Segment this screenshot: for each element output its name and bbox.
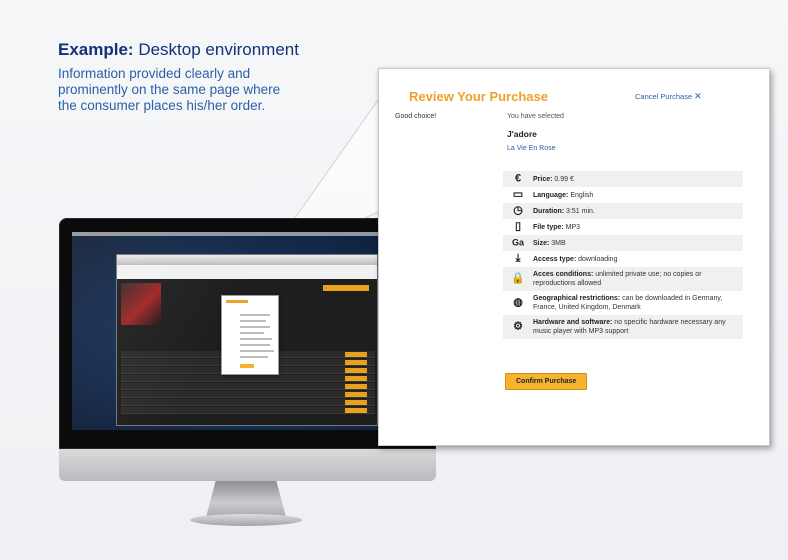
detail-label: Price:: [533, 175, 553, 183]
gears-icon: ⚙: [513, 320, 523, 333]
detail-label: Access type:: [533, 255, 577, 263]
detail-value: downloading: [576, 255, 618, 263]
stopwatch-icon: ◷: [513, 204, 523, 217]
imac-base: [190, 514, 302, 526]
file-icon: ▯: [514, 220, 522, 233]
detail-label: Language:: [533, 191, 569, 199]
detail-row-hardware-software: ⚙ Hardware and software: no specific har…: [503, 315, 743, 339]
screen-glare: [72, 232, 423, 430]
detail-row-size: Ga Size: 3MB: [503, 235, 743, 251]
detail-value: 0.99 €: [552, 175, 574, 183]
detail-label: Duration:: [533, 207, 565, 215]
detail-row-duration: ◷ Duration: 3:51 min.: [503, 203, 743, 219]
track-title: J'adore: [507, 129, 537, 139]
confirm-purchase-button[interactable]: Confirm Purchase: [505, 373, 588, 390]
size-icon: Ga: [511, 237, 524, 248]
cancel-purchase-label: Cancel Purchase: [635, 92, 693, 101]
detail-row-access-conditions: 🔒 Acces conditions: unlimited private us…: [503, 267, 743, 291]
purchase-details-list: € Price: 0.99 € ▭ Language: English ◷ Du…: [503, 171, 743, 339]
detail-row-geo-restrictions: ◍ Geographical restrictions: can be down…: [503, 291, 743, 315]
detail-label: Acces conditions:: [533, 271, 594, 278]
detail-label: Geographical restrictions:: [533, 295, 621, 302]
panel-title: Review Your Purchase: [409, 89, 548, 104]
imac-stand: [206, 481, 286, 517]
detail-row-price: € Price: 0.99 €: [503, 171, 743, 187]
imac-screen: [72, 232, 423, 430]
speech-bubble-icon: ▭: [512, 188, 524, 201]
close-icon: ✕: [694, 91, 702, 101]
detail-row-file-type: ▯ File type: MP3: [503, 219, 743, 235]
imac-chin: [59, 449, 436, 481]
detail-label: File type:: [533, 223, 564, 231]
euro-icon: €: [514, 172, 522, 185]
selected-label: You have selected: [507, 113, 564, 120]
detail-value: English: [568, 191, 594, 199]
detail-value: 3MB: [549, 239, 566, 247]
good-choice-label: Good choice!: [395, 113, 437, 120]
album-link[interactable]: La Vie En Rose: [507, 145, 556, 152]
detail-row-language: ▭ Language: English: [503, 187, 743, 203]
detail-label: Hardware and software:: [533, 319, 613, 326]
padlock-icon: 🔒: [511, 272, 525, 285]
slide-description: Information provided clearly and promine…: [58, 66, 281, 113]
globe-icon: ◍: [513, 296, 523, 309]
slide-heading: Example: Desktop environment: [58, 40, 299, 60]
detail-row-access-type: ⤓ Access type: downloading: [503, 251, 743, 267]
heading-bold: Example:: [58, 40, 134, 59]
detail-value: MP3: [563, 223, 581, 231]
download-icon: ⤓: [515, 252, 521, 265]
heading-rest: Desktop environment: [133, 40, 299, 59]
review-purchase-panel: Review Your Purchase Cancel Purchase ✕ Go…: [378, 68, 770, 446]
detail-value: 3:51 min.: [564, 207, 595, 215]
detail-label: Size:: [533, 239, 550, 247]
cancel-purchase-link[interactable]: Cancel Purchase ✕: [635, 91, 702, 102]
